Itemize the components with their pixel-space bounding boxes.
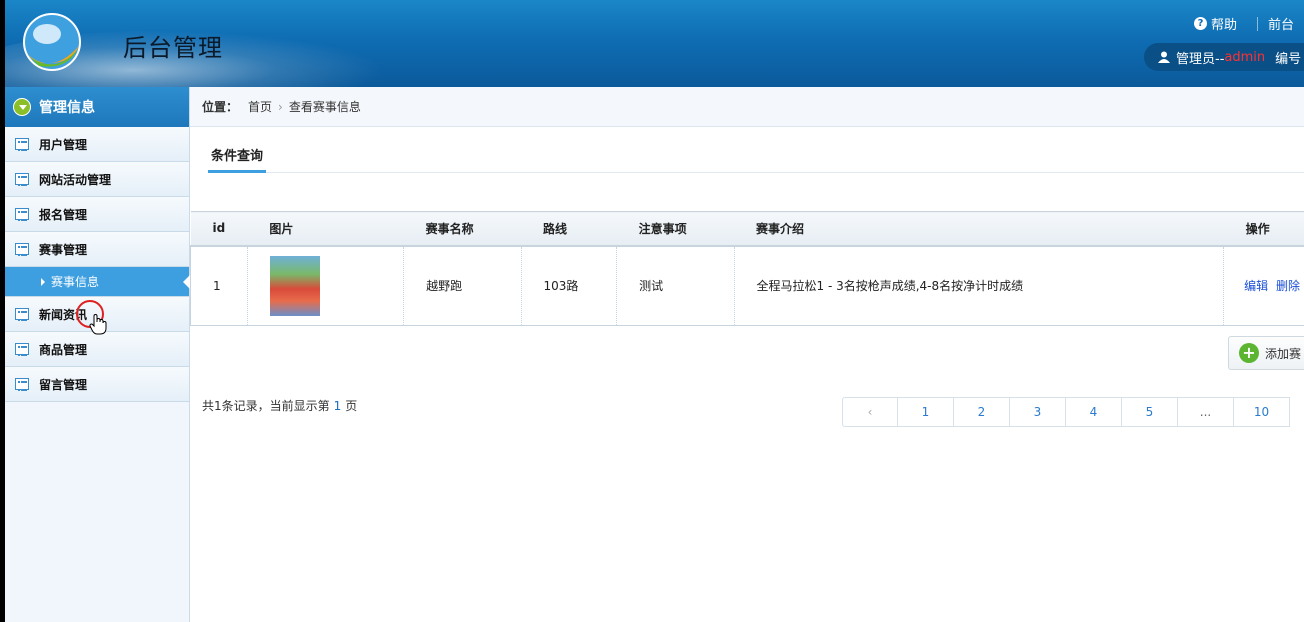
chevron-right-icon: › xyxy=(278,99,283,114)
col-actions: 操作 xyxy=(1223,211,1304,247)
user-info: 管理员-- admin 编号 xyxy=(1144,43,1304,71)
col-intro: 赛事介绍 xyxy=(734,211,1224,247)
edit-link[interactable]: 编辑 xyxy=(1244,279,1268,293)
col-route: 路线 xyxy=(521,211,617,247)
cell-notes: 测试 xyxy=(616,245,735,326)
hand-cursor-icon xyxy=(89,314,107,335)
summary-suffix: 页 xyxy=(345,399,358,413)
sidebar-item-label: 报名管理 xyxy=(39,207,88,222)
prev-page-button[interactable]: ‹ xyxy=(842,397,898,427)
active-indicator xyxy=(183,275,190,289)
sidebar-section-header[interactable]: 管理信息 xyxy=(5,87,189,127)
summary-page: 1 xyxy=(333,399,342,413)
page-button-3[interactable]: 3 xyxy=(1010,397,1066,427)
cell-actions: 编辑 删除 xyxy=(1223,245,1304,326)
divider xyxy=(1256,16,1258,31)
col-id: id xyxy=(190,211,248,247)
list-icon xyxy=(15,208,29,221)
delete-link[interactable]: 删除 xyxy=(1276,279,1300,293)
breadcrumb: 位置： 首页 › 查看赛事信息 xyxy=(190,87,1304,127)
add-event-button[interactable]: + 添加赛 xyxy=(1228,336,1304,370)
sidebar-subitem-label: 赛事信息 xyxy=(51,275,100,289)
sidebar-item-label: 网站活动管理 xyxy=(39,172,112,187)
page-ellipsis: ... xyxy=(1178,397,1234,427)
page-button-1[interactable]: 1 xyxy=(898,397,954,427)
app-logo-icon xyxy=(23,13,81,71)
col-notes: 注意事项 xyxy=(616,211,734,247)
breadcrumb-label: 位置： xyxy=(202,100,239,114)
sidebar-item-products[interactable]: 商品管理 xyxy=(5,332,189,367)
top-links: ? 帮助 前台 xyxy=(1193,14,1304,33)
cell-name: 越野跑 xyxy=(403,245,522,326)
caret-right-icon xyxy=(41,278,45,286)
page-button-10[interactable]: 10 xyxy=(1234,397,1290,427)
col-name: 赛事名称 xyxy=(403,211,522,247)
user-prefix: 管理员-- xyxy=(1176,51,1225,67)
list-icon xyxy=(15,243,29,256)
event-thumbnail[interactable] xyxy=(269,255,320,316)
events-table: id 图片 赛事名称 路线 注意事项 赛事介绍 操作 1 越野跑 103路 测试… xyxy=(190,211,1304,326)
pagination: ‹ 1 2 3 4 5 ... 10 xyxy=(842,397,1290,427)
cell-image xyxy=(247,245,405,326)
app-title: 后台管理 xyxy=(123,34,223,62)
record-summary: 共1条记录，当前显示第 1 页 xyxy=(202,397,357,414)
collapse-icon xyxy=(13,98,31,116)
help-icon: ? xyxy=(1193,17,1207,30)
breadcrumb-current: 查看赛事信息 xyxy=(288,100,361,114)
sidebar-item-registration[interactable]: 报名管理 xyxy=(5,197,189,232)
list-icon xyxy=(15,343,29,356)
tab-query[interactable]: 条件查询 xyxy=(208,145,267,173)
tab-bar: 条件查询 xyxy=(208,145,1304,173)
sidebar-item-messages[interactable]: 留言管理 xyxy=(5,367,189,402)
summary-prefix: 共1条记录，当前显示第 xyxy=(202,399,330,413)
list-icon xyxy=(15,173,29,186)
breadcrumb-home[interactable]: 首页 xyxy=(248,98,272,115)
page-button-5[interactable]: 5 xyxy=(1122,397,1178,427)
page-button-4[interactable]: 4 xyxy=(1066,397,1122,427)
sidebar-item-label: 留言管理 xyxy=(39,377,88,392)
cell-id: 1 xyxy=(190,245,248,326)
list-icon xyxy=(15,138,29,151)
cell-intro: 全程马拉松1 - 3名按枪声成绩,4-8名按净计时成绩 xyxy=(734,245,1225,326)
sidebar-subitem-event-info[interactable]: 赛事信息 xyxy=(5,267,190,297)
sidebar-item-label: 赛事管理 xyxy=(39,242,88,257)
plus-icon: + xyxy=(1239,343,1259,363)
sidebar-item-label: 商品管理 xyxy=(39,342,88,357)
table-row: 1 越野跑 103路 测试 全程马拉松1 - 3名按枪声成绩,4-8名按净计时成… xyxy=(190,245,1304,326)
sidebar: 管理信息 用户管理 网站活动管理 报名管理 赛事管理 赛事信息 新闻资讯 商品管… xyxy=(5,87,190,622)
top-header: 后台管理 ? 帮助 前台 管理员-- admin 编号 xyxy=(5,0,1304,87)
add-button-label: 添加赛 xyxy=(1265,346,1302,361)
user-id-label: 编号 xyxy=(1275,51,1302,67)
list-icon xyxy=(15,308,29,321)
page-button-2[interactable]: 2 xyxy=(954,397,1010,427)
sidebar-item-users[interactable]: 用户管理 xyxy=(5,127,189,162)
main-content: 位置： 首页 › 查看赛事信息 条件查询 id 图片 赛事名称 路线 注意事项 … xyxy=(190,87,1304,622)
user-name: admin xyxy=(1224,49,1266,65)
help-link[interactable]: 帮助 xyxy=(1211,14,1237,33)
sidebar-item-events[interactable]: 赛事管理 xyxy=(5,232,189,267)
user-icon xyxy=(1158,51,1170,63)
sidebar-item-label: 用户管理 xyxy=(39,137,88,152)
table-header-row: id 图片 赛事名称 路线 注意事项 赛事介绍 操作 xyxy=(190,211,1304,247)
sidebar-item-activities[interactable]: 网站活动管理 xyxy=(5,162,189,197)
sidebar-section-title: 管理信息 xyxy=(39,100,95,116)
cell-route: 103路 xyxy=(521,245,618,326)
frontend-link[interactable]: 前台 xyxy=(1268,14,1294,33)
list-icon xyxy=(15,378,29,391)
col-image: 图片 xyxy=(247,211,404,247)
